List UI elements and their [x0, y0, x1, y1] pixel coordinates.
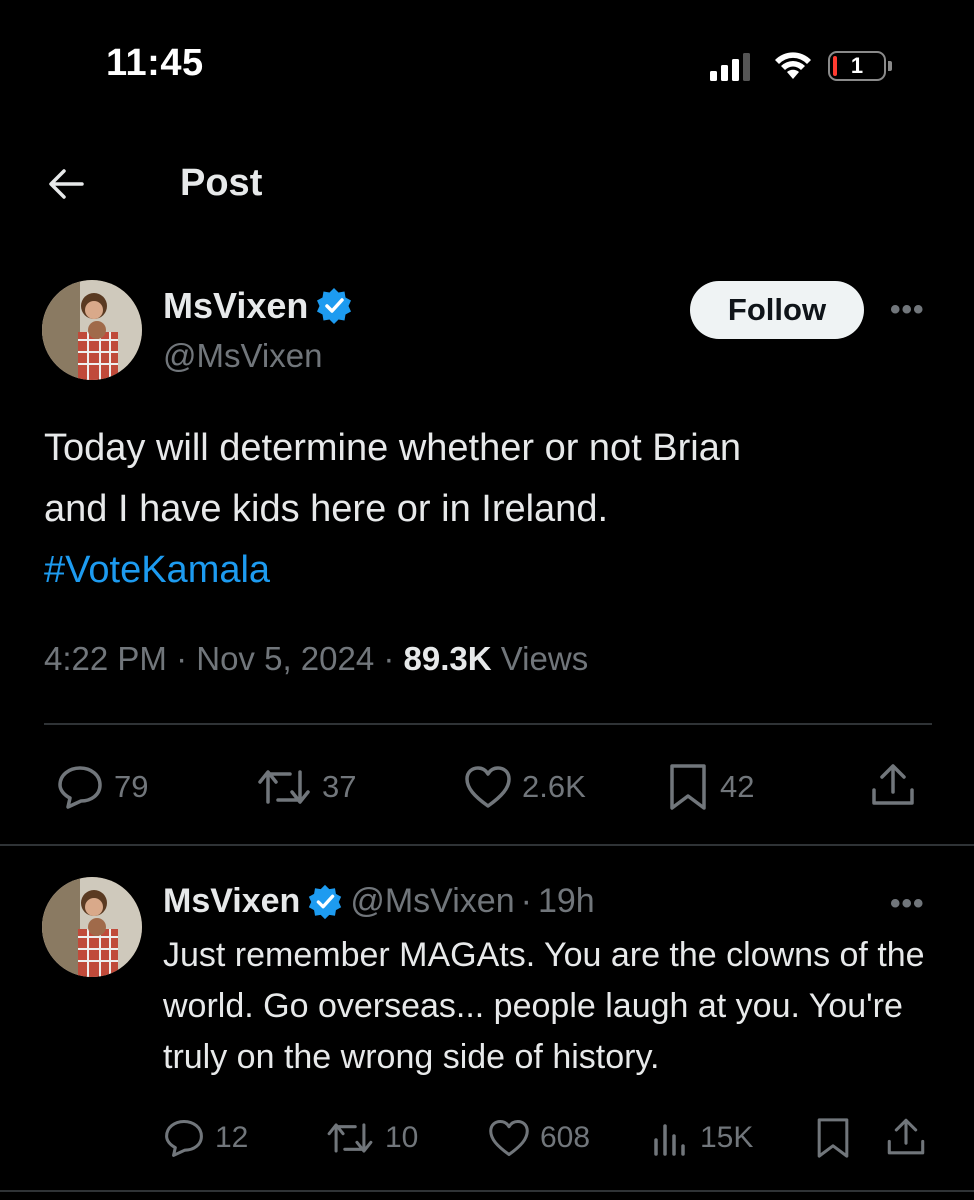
bookmark-count: 42	[720, 769, 755, 804]
author-handle[interactable]: @MsVixen	[163, 337, 322, 375]
post-date[interactable]: Nov 5, 2024	[196, 640, 374, 677]
reply-author-name[interactable]: MsVixen	[163, 882, 300, 921]
share-icon	[872, 764, 914, 805]
repost-count: 37	[322, 769, 357, 804]
heart-icon	[489, 1119, 529, 1157]
reply-header: MsVixen @MsVixen · 19h	[163, 882, 595, 921]
repost-icon	[327, 1123, 373, 1153]
reply-views-button[interactable]: 15K	[652, 1118, 753, 1158]
page-title: Post	[180, 162, 263, 204]
more-options-icon[interactable]: •••	[890, 293, 925, 327]
reply-repost-button[interactable]: 10	[325, 1118, 418, 1158]
reply-count: 79	[114, 769, 149, 804]
repost-icon	[258, 770, 310, 804]
avatar-image	[42, 877, 142, 977]
post-text-line-1: Today will determine whether or not Bria…	[44, 427, 742, 469]
bookmark-icon	[670, 764, 706, 810]
like-button[interactable]: 2.6K	[464, 764, 586, 810]
battery-level: 1	[850, 53, 864, 78]
divider	[44, 723, 932, 725]
avatar-image	[42, 280, 142, 380]
reply-avatar[interactable]	[42, 877, 142, 977]
avatar[interactable]	[42, 280, 142, 380]
hashtag-link[interactable]: #VoteKamala	[44, 540, 924, 601]
views-count[interactable]: 89.3K	[404, 640, 492, 677]
reply-separator: ·	[520, 882, 532, 920]
verified-badge-icon	[317, 288, 352, 324]
bookmark-button[interactable]: 42	[666, 762, 754, 812]
post-text: Today will determine whether or not Bria…	[44, 418, 924, 601]
reply-button[interactable]: 79	[56, 764, 148, 810]
reply-icon	[165, 1119, 203, 1157]
divider	[0, 844, 974, 846]
status-time: 11:45	[106, 42, 204, 84]
wifi-icon	[775, 52, 811, 79]
reply-repost-count: 10	[385, 1121, 419, 1154]
reply-reply-button[interactable]: 12	[163, 1118, 248, 1158]
reply-bookmark-button[interactable]	[814, 1116, 852, 1160]
reply-reply-count: 12	[215, 1121, 249, 1154]
signal-icon	[710, 53, 750, 81]
status-icons: 1	[710, 46, 892, 86]
reply-icon	[58, 766, 102, 809]
reply-more-options-icon[interactable]: •••	[890, 887, 925, 921]
meta-separator: ·	[374, 640, 404, 677]
like-count: 2.6K	[522, 769, 586, 804]
bookmark-icon	[817, 1118, 849, 1158]
battery-tip	[888, 61, 892, 71]
back-button[interactable]	[44, 162, 88, 206]
reply-views-count: 15K	[700, 1121, 754, 1154]
reply-age[interactable]: 19h	[538, 882, 595, 921]
arrow-left-icon	[49, 169, 84, 199]
heart-icon	[465, 766, 511, 808]
reply-text: Just remember MAGAts. You are the clowns…	[163, 936, 925, 1076]
reply-like-count: 608	[540, 1121, 591, 1154]
repost-button[interactable]: 37	[256, 764, 356, 810]
author-name[interactable]: MsVixen	[163, 285, 308, 327]
reply-share-button[interactable]	[884, 1116, 928, 1158]
divider	[0, 1190, 974, 1192]
views-label: Views	[500, 640, 589, 677]
reply-like-button[interactable]: 608	[488, 1118, 590, 1158]
verified-badge-icon	[309, 884, 342, 919]
author-name-row[interactable]: MsVixen	[163, 285, 354, 327]
meta-separator: ·	[166, 640, 197, 677]
post-time[interactable]: 4:22 PM	[44, 640, 167, 677]
views-chart-icon	[654, 1124, 685, 1156]
share-icon	[887, 1118, 925, 1155]
share-button[interactable]	[868, 762, 918, 808]
battery-icon: 1	[828, 51, 886, 81]
post-text-line-2: and I have kids here or in Ireland.	[44, 488, 609, 530]
follow-button[interactable]: Follow	[690, 281, 864, 339]
reply-handle[interactable]: @MsVixen	[350, 882, 514, 921]
post-meta: 4:22 PM · Nov 5, 2024 · 89.3K Views	[44, 640, 588, 678]
